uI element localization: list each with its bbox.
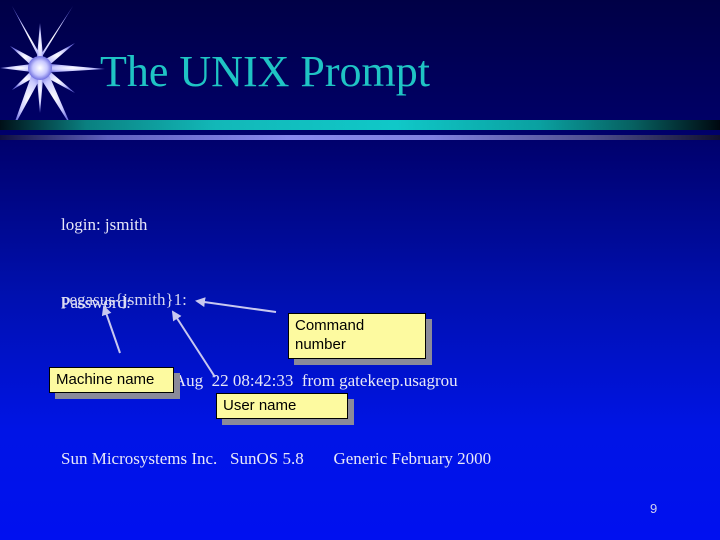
callout-command-number-line2: number <box>295 336 346 353</box>
callout-command-number: Command number <box>288 313 426 359</box>
os-banner-line: Sun Microsystems Inc. SunOS 5.8 Generic … <box>61 449 492 468</box>
login-line: login: jsmith <box>61 215 148 234</box>
title-underline-bar <box>0 120 720 130</box>
callout-command-number-line1: Command <box>295 317 365 334</box>
callout-user-name: User name <box>216 393 348 419</box>
title-underline-bar-thin <box>0 135 720 140</box>
shell-prompt: pegasus{jsmith}1: <box>61 290 187 309</box>
terminal-login-text: login: jsmith Password: Last login: Mon … <box>61 160 491 498</box>
callout-machine-name: Machine name <box>49 367 174 393</box>
slide-title: The UNIX Prompt <box>100 47 430 96</box>
starburst-logo-icon <box>0 6 105 130</box>
page-number: 9 <box>650 501 658 516</box>
